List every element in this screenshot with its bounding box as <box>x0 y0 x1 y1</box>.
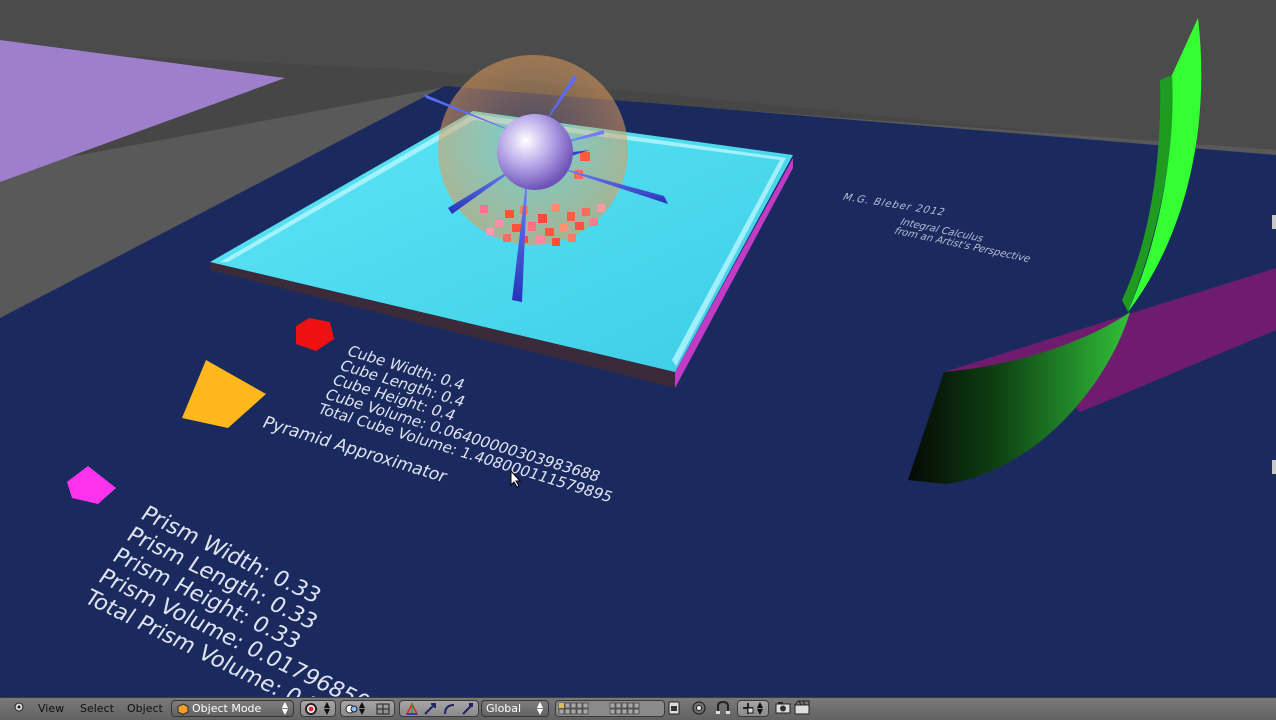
scale-icon[interactable] <box>460 702 476 716</box>
mode-select-value: Object Mode <box>192 702 262 715</box>
viewport-shading-select[interactable]: ▲ ▼ <box>300 700 336 717</box>
editor-type-icon[interactable] <box>12 700 26 717</box>
select-menu[interactable]: Select <box>80 702 116 716</box>
rotate-icon[interactable] <box>422 702 438 716</box>
snap-icon[interactable] <box>714 700 730 717</box>
3d-view-header: View Select Object Object Mode ▲ ▼ ▲ ▼ ▲ ▼ … <box>0 697 1276 720</box>
view-menu[interactable]: View <box>38 702 68 716</box>
chevron-up-down-icon: ▲ ▼ <box>358 700 366 716</box>
center-hub-sphere <box>497 114 573 190</box>
transform-manipulators <box>399 700 479 717</box>
proportional-edit-icon[interactable] <box>690 700 706 717</box>
lock-layer-icon[interactable] <box>666 700 682 717</box>
cube-icon <box>177 703 189 715</box>
mode-select[interactable]: Object Mode ▲ ▼ <box>171 700 294 717</box>
transform-orientation-select[interactable]: Global ▲ ▼ <box>481 700 549 717</box>
manipulator-icon <box>376 703 390 715</box>
chevron-up-down-icon: ▲ ▼ <box>281 700 289 716</box>
orientation-select-value: Global <box>486 702 522 715</box>
pivot-point-select[interactable]: ▲ ▼ <box>340 700 395 717</box>
render-still-icon[interactable] <box>774 700 791 717</box>
layer-grid-icon <box>558 702 640 715</box>
snap-element-icon <box>743 703 754 714</box>
3d-viewport[interactable]: M.G. Bleber 2012 Integral Calculus from … <box>0 0 1276 697</box>
chevron-up-down-icon: ▲ ▼ <box>323 700 331 716</box>
mouse-cursor-icon <box>510 470 522 488</box>
translate-icon[interactable] <box>404 702 420 716</box>
render-animation-icon[interactable] <box>793 700 810 717</box>
scale-icon[interactable] <box>442 702 458 716</box>
region-scroll-handle[interactable] <box>1272 215 1276 229</box>
viewport-shading-icon <box>305 703 317 715</box>
layer-buttons[interactable] <box>555 700 665 717</box>
chevron-up-down-icon: ▲ ▼ <box>756 700 764 716</box>
object-menu[interactable]: Object <box>127 702 165 716</box>
snap-element-select[interactable]: ▲ ▼ <box>737 700 769 717</box>
chevron-up-down-icon: ▲ ▼ <box>536 700 544 716</box>
region-scroll-handle[interactable] <box>1272 460 1276 474</box>
